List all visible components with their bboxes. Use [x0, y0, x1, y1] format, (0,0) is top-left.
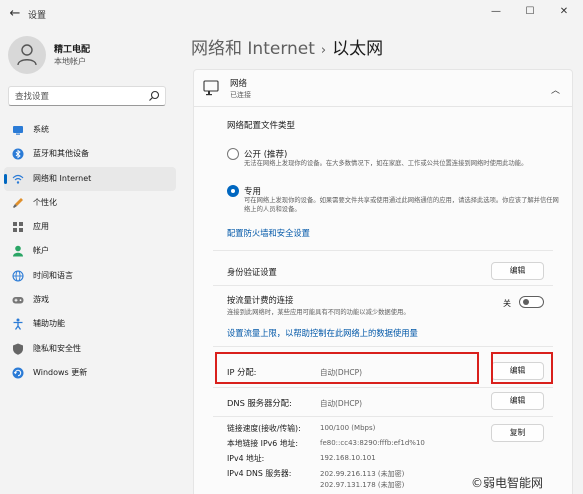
divider [213, 416, 553, 417]
sidebar-item-system[interactable]: 系统 [4, 118, 176, 142]
person-icon [17, 44, 37, 66]
ipv4-dns-value-2: 202.97.131.178 (未加密) [320, 481, 405, 489]
private-radio[interactable] [227, 185, 239, 197]
sidebar-item-label: 应用 [33, 222, 49, 232]
avatar [8, 36, 46, 74]
ipv4-dns-value: 202.99.216.113 (未加密) [320, 470, 405, 478]
sidebar-nav: 系统 蓝牙和其他设备 网络和 Internet 个性化 应用 帐户 时间和语言 … [4, 118, 176, 385]
sidebar-item-apps[interactable]: 应用 [4, 215, 176, 239]
gamepad-icon [12, 297, 24, 304]
network-status: 已连接 [230, 91, 251, 99]
auth-edit-button[interactable]: 编辑 [491, 262, 544, 280]
firewall-settings-link[interactable]: 配置防火墙和安全设置 [227, 227, 310, 239]
sidebar-item-label: 隐私和安全性 [33, 343, 81, 353]
link-speed-label: 链接速度(接收/传输): [227, 424, 301, 433]
sidebar-item-label: Windows 更新 [33, 367, 88, 377]
network-panel-header[interactable]: 网络 已连接 ︿ [193, 69, 573, 107]
watermark: ©弱电智能网 [471, 476, 544, 490]
sidebar-item-accessibility[interactable]: 辅助功能 [4, 312, 176, 336]
maximize-button[interactable]: ☐ [522, 4, 538, 20]
sidebar-item-windows-update[interactable]: Windows 更新 [4, 361, 176, 385]
ipv4-dns-label: IPv4 DNS 服务器: [227, 469, 292, 478]
account-type: 本地帐户 [54, 57, 86, 66]
sidebar-item-label: 辅助功能 [33, 319, 65, 329]
brush-icon [13, 197, 23, 208]
toggle-knob [523, 299, 529, 305]
ipv6-value: fe80::cc43:8290:fffb:ef1d%10 [320, 439, 425, 447]
search-input[interactable] [15, 89, 145, 104]
public-radio[interactable] [227, 148, 239, 160]
update-icon [12, 367, 24, 379]
sidebar-item-network[interactable]: 网络和 Internet [4, 166, 176, 191]
account-icon [13, 246, 23, 257]
private-description: 可在网络上发现你的设备。如果需要文件共享或使用通过此网络通信的应用，请选择此选项… [244, 197, 559, 213]
shield-icon [13, 343, 23, 355]
breadcrumb-separator: › [320, 43, 327, 58]
divider [213, 285, 553, 286]
data-limit-link[interactable]: 设置流量上限，以帮助控制在此网络上的数据使用量 [227, 327, 418, 339]
sidebar-item-label: 网络和 Internet [33, 173, 92, 183]
breadcrumb-parent[interactable]: 网络和 Internet [191, 39, 315, 59]
sidebar-item-label: 蓝牙和其他设备 [33, 149, 89, 159]
app-title: 设置 [28, 11, 47, 21]
wifi-icon [12, 174, 24, 184]
dns-edit-button[interactable]: 编辑 [491, 392, 544, 410]
sidebar-item-personalization[interactable]: 个性化 [4, 191, 176, 215]
dns-assignment-value: 自动(DHCP) [320, 399, 363, 408]
system-icon [13, 126, 23, 135]
highlight-box [215, 352, 479, 384]
auth-settings-label: 身份验证设置 [227, 267, 277, 277]
page-title: 以太网 [332, 39, 384, 59]
divider [213, 387, 553, 388]
ipv4-value: 192.168.10.101 [320, 454, 376, 462]
network-title: 网络 [230, 79, 248, 89]
back-button[interactable]: ← [6, 5, 24, 23]
chevron-up-icon[interactable]: ︿ [551, 83, 560, 96]
search-icon[interactable] [148, 90, 160, 102]
sidebar-item-label: 系统 [33, 125, 49, 134]
sidebar-item-bluetooth[interactable]: 蓝牙和其他设备 [4, 142, 176, 166]
public-description: 无法在网络上发现你的设备。在大多数情况下，如在家庭、工作或公共位置连接到网络时使… [244, 160, 528, 167]
profile-type-title: 网络配置文件类型 [227, 121, 296, 131]
sidebar-item-label: 时间和语言 [33, 270, 73, 280]
close-button[interactable]: ✕ [556, 4, 572, 20]
sidebar-item-privacy[interactable]: 隐私和安全性 [4, 337, 176, 361]
metered-toggle[interactable] [519, 296, 544, 308]
highlight-box [491, 352, 553, 384]
sidebar-item-gaming[interactable]: 游戏 [4, 288, 176, 312]
user-name: 精工电配 [54, 45, 91, 55]
sidebar-item-accounts[interactable]: 帐户 [4, 239, 176, 263]
ipv4-label: IPv4 地址: [227, 454, 265, 463]
bluetooth-icon [12, 148, 24, 160]
metered-toggle-state: 关 [503, 299, 511, 308]
copy-button[interactable]: 复制 [491, 424, 544, 442]
sidebar-item-label: 帐户 [33, 246, 49, 256]
globe-icon [12, 270, 24, 282]
metered-connection-desc: 连接到此网络时，某些应用可能具有不同的功能以减少数据使用。 [227, 309, 410, 316]
breadcrumb: 网络和 Internet › 以太网 [191, 34, 383, 59]
ipv6-label: 本地链接 IPv6 地址: [227, 439, 298, 448]
apps-icon [13, 222, 23, 233]
sidebar-item-label: 游戏 [33, 295, 49, 305]
sidebar-item-time-language[interactable]: 时间和语言 [4, 264, 176, 288]
divider [213, 346, 553, 347]
search-box [8, 86, 166, 106]
user-profile[interactable]: 精工电配 本地帐户 [8, 36, 178, 76]
link-speed-value: 100/100 (Mbps) [320, 424, 376, 432]
divider [213, 250, 553, 251]
dns-assignment-label: DNS 服务器分配: [227, 398, 292, 408]
sidebar-item-label: 个性化 [33, 197, 57, 207]
ethernet-icon [203, 80, 219, 96]
title-bar: ← 设置 — ☐ ✕ [0, 0, 583, 28]
accessibility-icon [13, 318, 23, 331]
metered-connection-label: 按流量计费的连接 [227, 295, 294, 305]
minimize-button[interactable]: — [488, 4, 504, 20]
